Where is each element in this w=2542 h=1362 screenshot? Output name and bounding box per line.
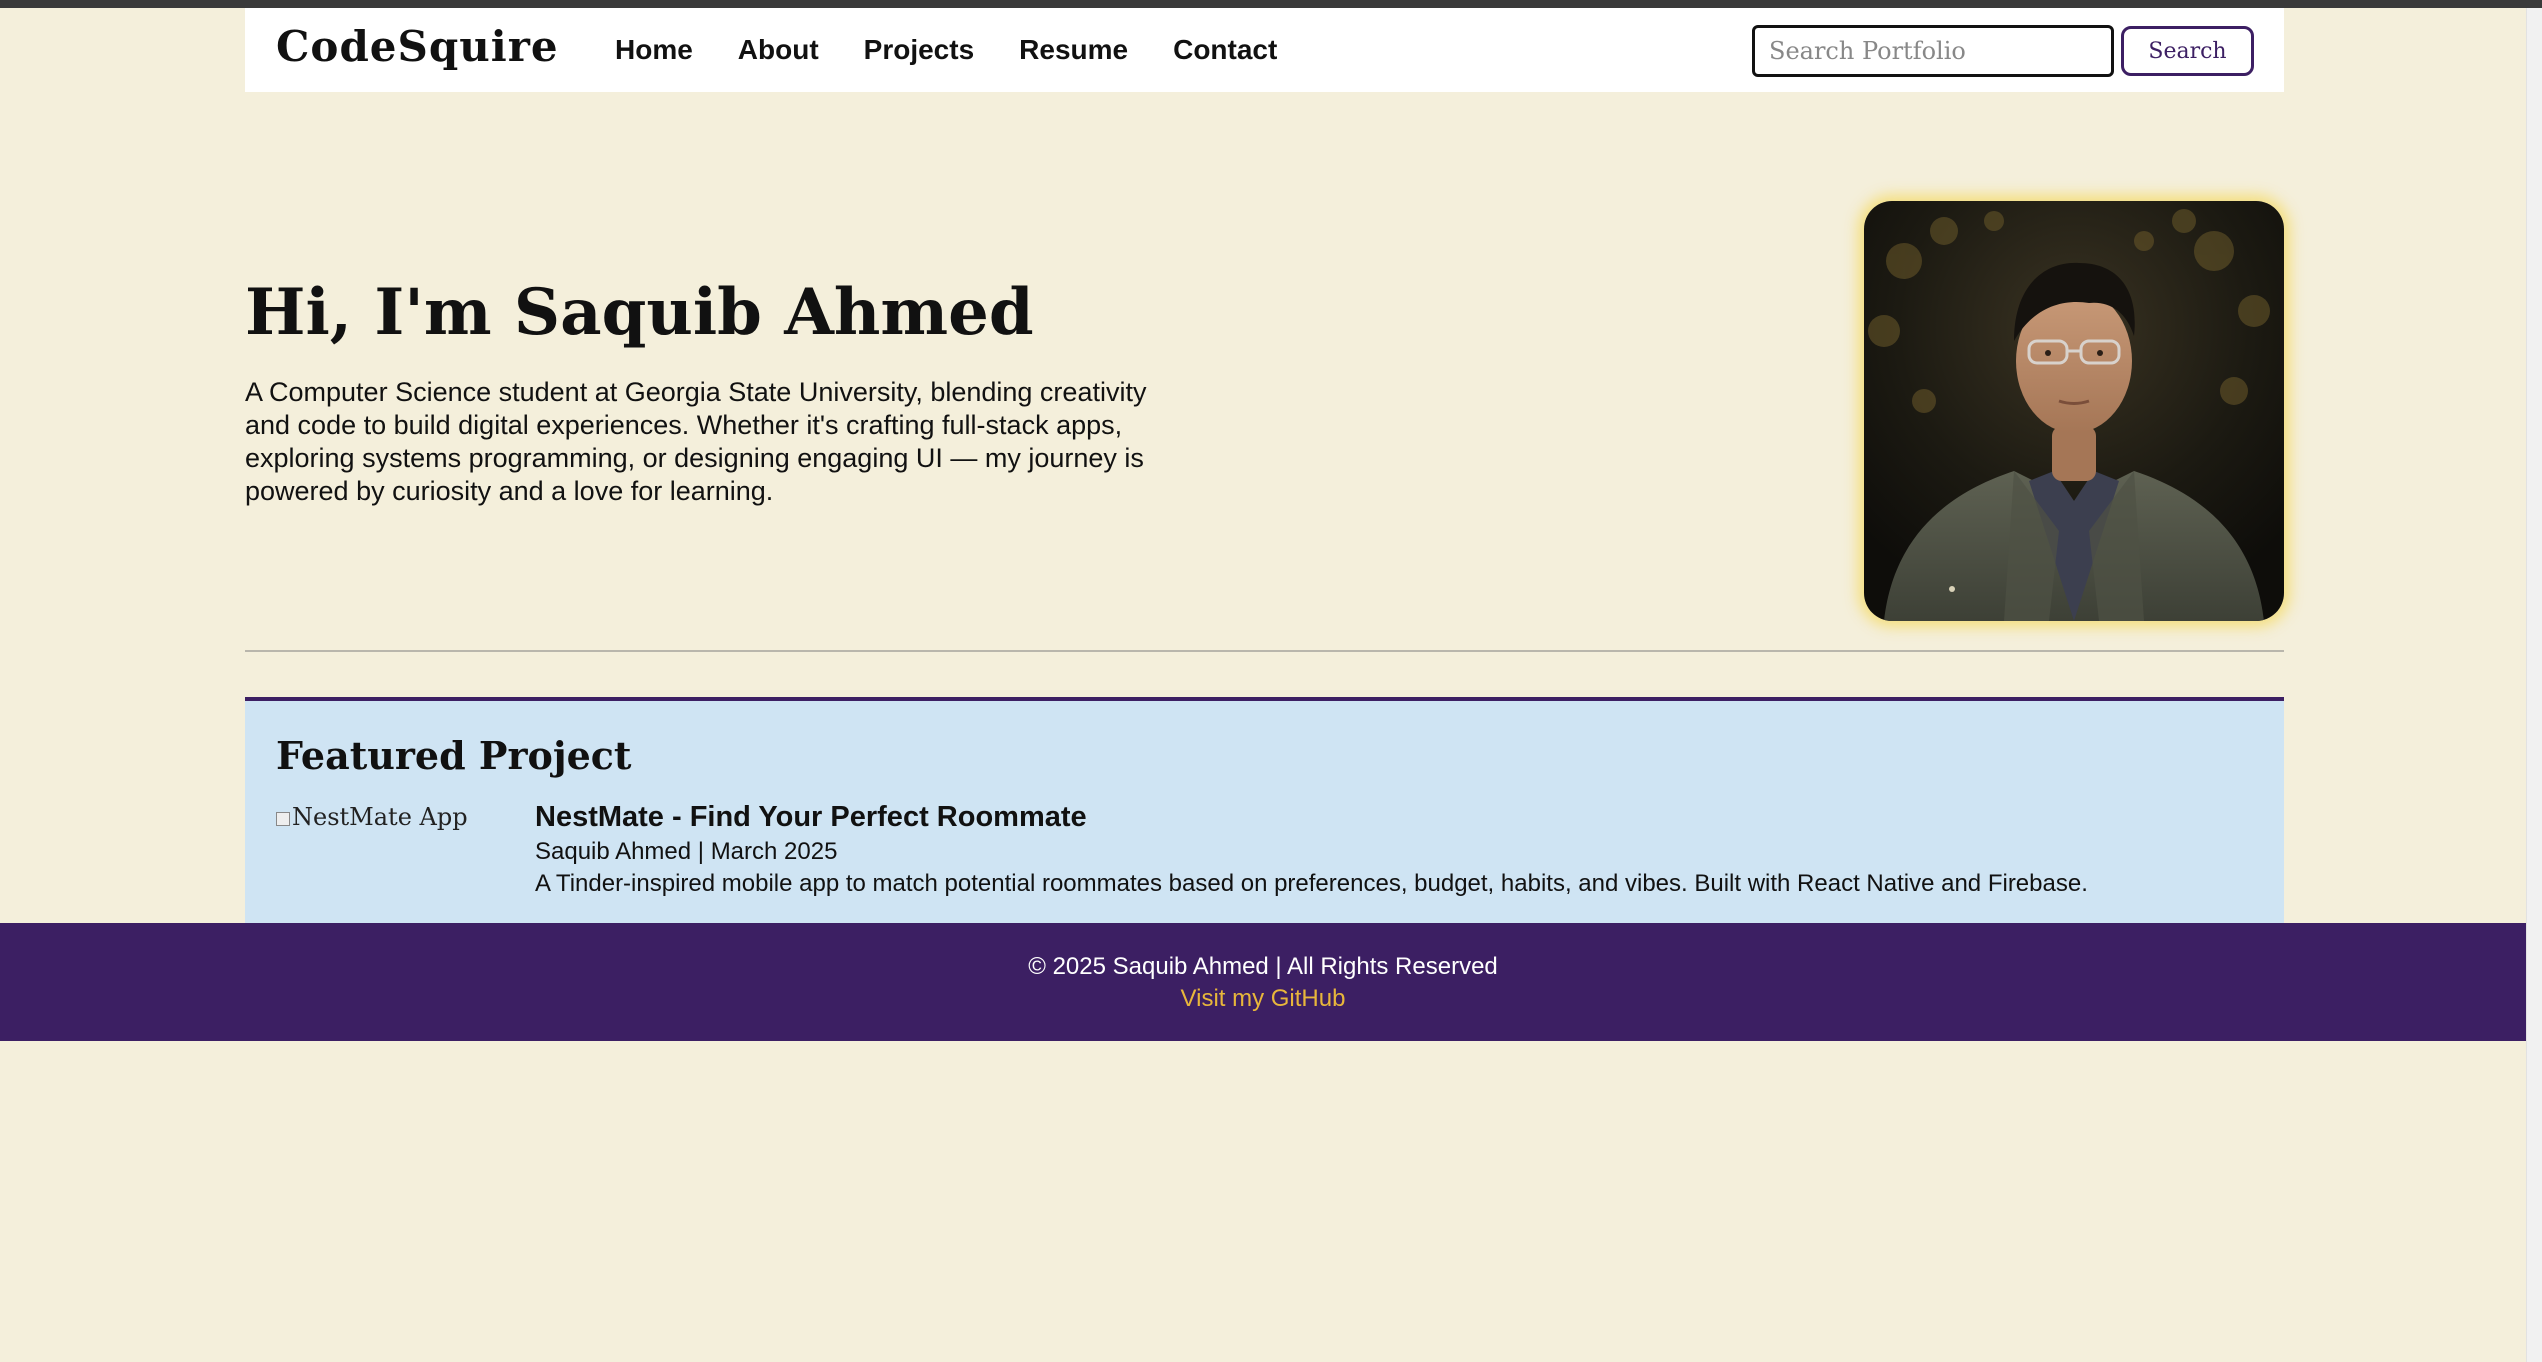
project-title[interactable]: NestMate - Find Your Perfect Roommate	[535, 801, 2235, 834]
featured-project-section: Featured Project NestMate App NestMate -…	[245, 697, 2284, 923]
footer: © 2025 Saquib Ahmed | All Rights Reserve…	[0, 923, 2526, 1041]
hero-description: A Computer Science student at Georgia St…	[245, 377, 1147, 506]
project-info: NestMate - Find Your Perfect Roommate Sa…	[535, 801, 2235, 898]
github-link[interactable]: Visit my GitHub	[1181, 985, 1346, 1013]
search-button[interactable]: Search	[2121, 26, 2254, 76]
nav-link-contact[interactable]: Contact	[1173, 34, 1277, 66]
profile-photo	[1864, 201, 2284, 621]
broken-image-icon	[276, 811, 290, 826]
nav-links: Home About Projects Resume Contact	[615, 34, 1277, 66]
nav-link-resume[interactable]: Resume	[1019, 34, 1128, 66]
footer-copyright: © 2025 Saquib Ahmed | All Rights Reserve…	[1028, 953, 1498, 980]
featured-heading: Featured Project	[276, 733, 632, 778]
search-input[interactable]	[1752, 25, 2114, 77]
nav-link-home[interactable]: Home	[615, 34, 693, 66]
navbar: CodeSquire Home About Projects Resume Co…	[245, 8, 2284, 92]
nav-link-about[interactable]: About	[738, 34, 819, 66]
hero-title: Hi, I'm Saquib Ahmed	[245, 275, 1034, 350]
project-description: A Tinder-inspired mobile app to match po…	[535, 870, 2088, 897]
page-scrollbar[interactable]	[2526, 8, 2542, 1362]
project-thumbnail-alt: NestMate App	[292, 803, 468, 831]
project-meta: Saquib Ahmed | March 2025	[535, 838, 838, 865]
nav-link-projects[interactable]: Projects	[864, 34, 975, 66]
brand-logo[interactable]: CodeSquire	[276, 22, 559, 71]
browser-top-strip	[0, 0, 2542, 8]
section-divider	[245, 650, 2284, 652]
project-thumbnail[interactable]: NestMate App	[276, 803, 468, 831]
